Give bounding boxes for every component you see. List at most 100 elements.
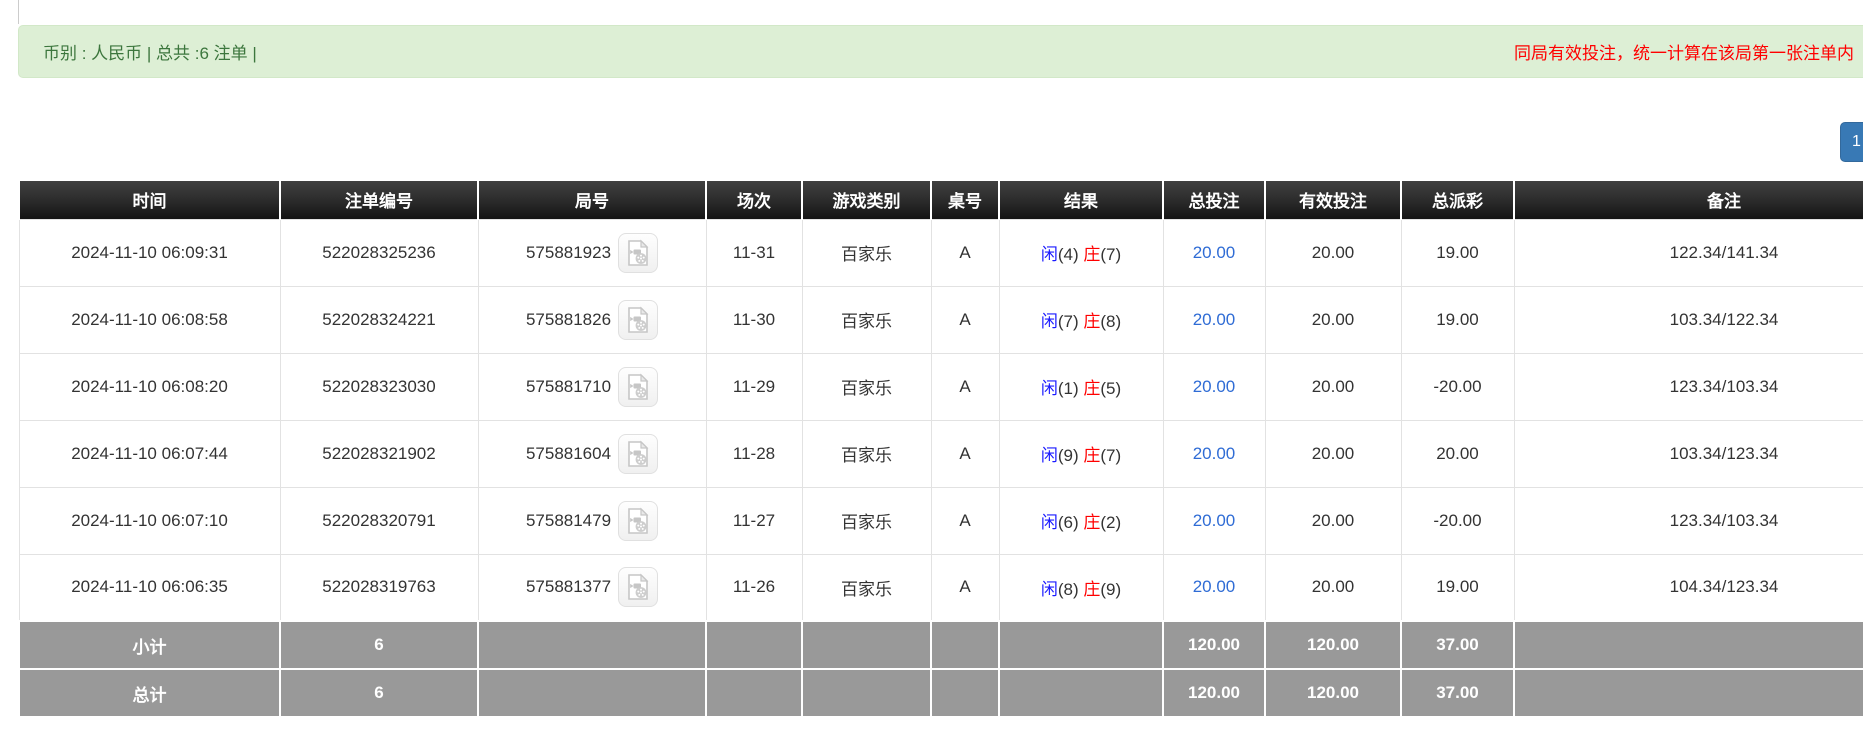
cell-session: 11-31 [706, 219, 802, 286]
cell-bet-id: 522028320791 [280, 487, 478, 554]
col-header-time: 时间 [19, 181, 280, 219]
cell-result: 闲(6) 庄(2) [999, 487, 1163, 554]
subtotal-row-empty-cell [999, 621, 1163, 669]
cell-bet-id: 522028321902 [280, 420, 478, 487]
total-bet-link[interactable]: 20.00 [1193, 377, 1236, 396]
cell-time: 2024-11-10 06:07:10 [19, 487, 280, 554]
cell-table-no: A [931, 554, 999, 621]
cell-table-no: A [931, 487, 999, 554]
total-row-empty-cell [478, 669, 706, 717]
round-id-group: 575881923 [479, 233, 706, 273]
result-player-label: 闲 [1041, 379, 1058, 398]
pagination-page-1-button[interactable]: 1 [1840, 122, 1863, 162]
round-id-group: 575881604 [479, 434, 706, 474]
bet-records-table: 时间注单编号局号场次游戏类别桌号结果总投注有效投注总派彩备注 2024-11-1… [18, 181, 1863, 718]
result-player-label: 闲 [1041, 446, 1058, 465]
cell-round-id: 575881377 [478, 554, 706, 621]
total-row-empty-cell [1514, 669, 1863, 717]
result-player-score: (6) [1058, 513, 1079, 532]
round-id-group: 575881826 [479, 300, 706, 340]
total-bet-link[interactable]: 20.00 [1193, 310, 1236, 329]
cell-round-id: 575881604 [478, 420, 706, 487]
cell-valid-bet: 20.00 [1265, 420, 1401, 487]
cell-game-type: 百家乐 [802, 554, 931, 621]
total-row-count: 6 [280, 669, 478, 717]
video-replay-button[interactable] [618, 367, 658, 407]
result-banker-score: (9) [1100, 580, 1121, 599]
cell-remark: 103.34/122.34 [1514, 286, 1863, 353]
subtotal-row-empty-cell [802, 621, 931, 669]
video-replay-button[interactable] [618, 300, 658, 340]
cell-result: 闲(4) 庄(7) [999, 219, 1163, 286]
video-replay-button[interactable] [618, 567, 658, 607]
cell-game-type: 百家乐 [802, 353, 931, 420]
result-banker-score: (2) [1100, 513, 1121, 532]
cell-total-bet: 20.00 [1163, 420, 1265, 487]
total-row-label: 总计 [19, 669, 280, 717]
header-row: 时间注单编号局号场次游戏类别桌号结果总投注有效投注总派彩备注 [19, 181, 1863, 219]
video-file-icon [625, 306, 651, 334]
cell-remark: 123.34/103.34 [1514, 353, 1863, 420]
video-replay-button[interactable] [618, 501, 658, 541]
result-player-label: 闲 [1041, 513, 1058, 532]
result-banker-score: (8) [1100, 312, 1121, 331]
col-header-result: 结果 [999, 181, 1163, 219]
total-bet-link[interactable]: 20.00 [1193, 243, 1236, 262]
subtotal-row-count: 6 [280, 621, 478, 669]
cell-table-no: A [931, 420, 999, 487]
col-header-table-no: 桌号 [931, 181, 999, 219]
cell-round-id: 575881923 [478, 219, 706, 286]
cell-session: 11-30 [706, 286, 802, 353]
cell-remark: 122.34/141.34 [1514, 219, 1863, 286]
cell-game-type: 百家乐 [802, 286, 931, 353]
subtotal-row: 小计6120.00120.0037.00 [19, 621, 1863, 669]
top-divider-tick [18, 0, 19, 24]
cell-payout: -20.00 [1401, 487, 1514, 554]
round-id-value: 575881604 [526, 444, 611, 464]
result-banker-label: 庄 [1083, 379, 1100, 398]
total-bet-link[interactable]: 20.00 [1193, 511, 1236, 530]
result-banker-label: 庄 [1083, 312, 1100, 331]
cell-game-type: 百家乐 [802, 219, 931, 286]
result-player-label: 闲 [1041, 580, 1058, 599]
cell-table-no: A [931, 219, 999, 286]
round-id-value: 575881826 [526, 310, 611, 330]
cell-session: 11-27 [706, 487, 802, 554]
cell-bet-id: 522028319763 [280, 554, 478, 621]
subtotal-row-valid-bet: 120.00 [1265, 621, 1401, 669]
table-row: 2024-11-10 06:09:31522028325236575881923… [19, 219, 1863, 286]
cell-session: 11-26 [706, 554, 802, 621]
cell-payout: 19.00 [1401, 554, 1514, 621]
cell-remark: 103.34/123.34 [1514, 420, 1863, 487]
cell-table-no: A [931, 353, 999, 420]
cell-session: 11-28 [706, 420, 802, 487]
cell-valid-bet: 20.00 [1265, 286, 1401, 353]
total-bet-link[interactable]: 20.00 [1193, 577, 1236, 596]
total-bet-link[interactable]: 20.00 [1193, 444, 1236, 463]
table-row: 2024-11-10 06:08:20522028323030575881710… [19, 353, 1863, 420]
result-banker-label: 庄 [1083, 245, 1100, 264]
currency-summary-text: 币别 : 人民币 | 总共 :6 注单 | [43, 39, 257, 64]
table-footer: 小计6120.00120.0037.00总计6120.00120.0037.00 [19, 621, 1863, 717]
total-row-empty-cell [999, 669, 1163, 717]
result-banker-label: 庄 [1083, 513, 1100, 532]
video-replay-button[interactable] [618, 233, 658, 273]
cell-bet-id: 522028323030 [280, 353, 478, 420]
total-row: 总计6120.00120.0037.00 [19, 669, 1863, 717]
round-id-group: 575881377 [479, 567, 706, 607]
video-file-icon [625, 239, 651, 267]
cell-payout: 20.00 [1401, 420, 1514, 487]
result-banker-score: (5) [1100, 379, 1121, 398]
cell-remark: 123.34/103.34 [1514, 487, 1863, 554]
cell-result: 闲(7) 庄(8) [999, 286, 1163, 353]
subtotal-row-empty-cell [478, 621, 706, 669]
result-player-score: (4) [1058, 245, 1079, 264]
cell-total-bet: 20.00 [1163, 286, 1265, 353]
table-row: 2024-11-10 06:08:58522028324221575881826… [19, 286, 1863, 353]
col-header-session: 场次 [706, 181, 802, 219]
col-header-bet-id: 注单编号 [280, 181, 478, 219]
subtotal-row-empty-cell [1514, 621, 1863, 669]
total-row-payout: 37.00 [1401, 669, 1514, 717]
video-file-icon [625, 573, 651, 601]
video-replay-button[interactable] [618, 434, 658, 474]
